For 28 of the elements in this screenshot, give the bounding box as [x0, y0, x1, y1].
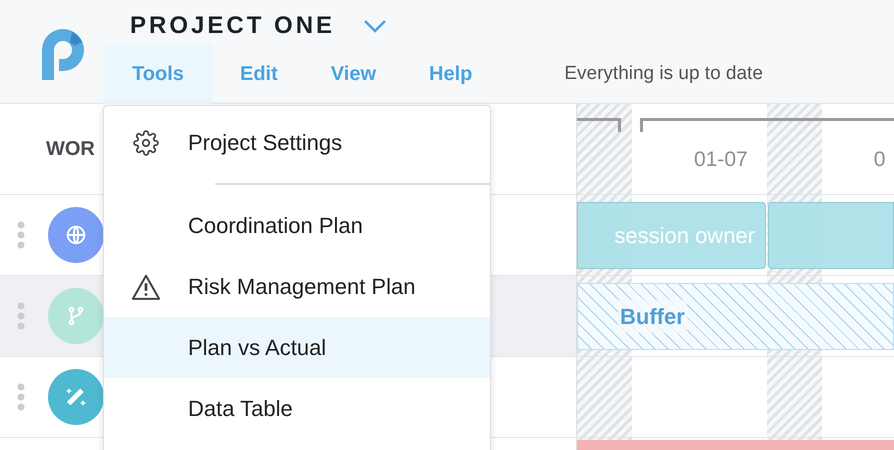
menu-bar-item[interactable]: Edit	[213, 44, 305, 104]
task-bar[interactable]	[768, 202, 894, 268]
menu-bar-item[interactable]: Help	[402, 44, 500, 104]
project-title: PROJECT ONE	[130, 11, 336, 41]
dropdown-item[interactable]: Project Settings	[104, 112, 490, 173]
sync-status: Everything is up to date	[564, 62, 763, 86]
date-label: 01-07	[694, 147, 748, 173]
drag-handle-icon[interactable]	[16, 302, 26, 330]
menu-bar-item[interactable]: Tools	[103, 44, 213, 104]
drag-handle-icon[interactable]	[16, 221, 26, 249]
buffer-bar[interactable]: Buffer	[577, 282, 894, 350]
task-label: session owner	[614, 222, 755, 250]
menu-bar-item[interactable]: View	[304, 44, 403, 104]
globe-icon	[65, 224, 87, 246]
warning-icon	[131, 272, 161, 300]
chevron-down-icon[interactable]	[363, 19, 388, 33]
dropdown-item[interactable]: Risk Management Plan	[104, 256, 490, 317]
dropdown-item[interactable]: Data Table	[104, 378, 490, 439]
drag-handle-icon[interactable]	[16, 383, 26, 411]
buffer-label: Buffer	[618, 300, 687, 332]
column-header: WOR	[46, 137, 95, 162]
settings-icon	[133, 130, 159, 156]
dropdown-item[interactable]: Coordination Plan	[104, 195, 490, 256]
task-bar[interactable]: session owner	[577, 202, 766, 268]
date-label: 0	[874, 147, 886, 173]
task-bar[interactable]	[577, 440, 894, 450]
bracket-line	[577, 118, 621, 132]
dropdown-item[interactable]: Plan vs Actual	[104, 317, 490, 378]
